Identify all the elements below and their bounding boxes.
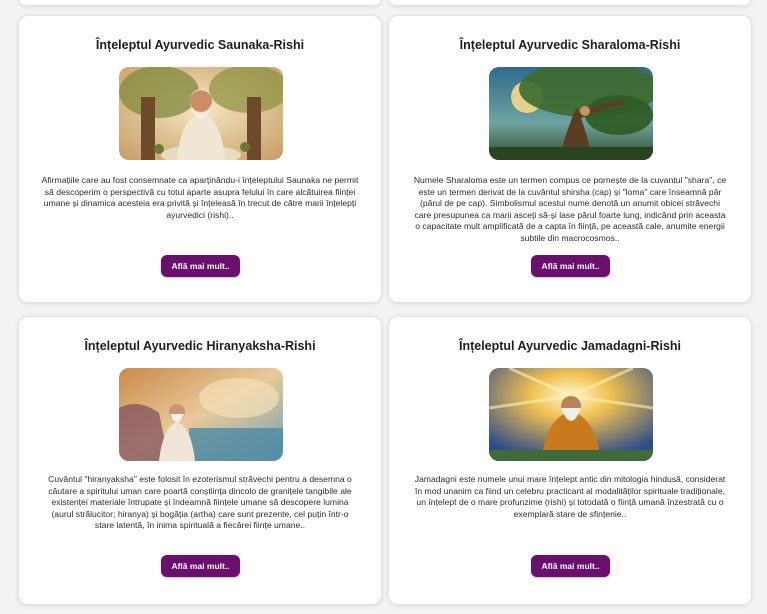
card-description: Cuvântul "hiranyaksha" este folosit în e… (48, 474, 352, 530)
sage-card-saunaka: Înțeleptul Ayurvedic Saunaka-Rishi Afirm… (18, 15, 382, 303)
card-title: Înțeleptul Ayurvedic Jamadagni-Rishi (458, 339, 682, 353)
card-title: Înțeleptul Ayurvedic Sharaloma-Rishi (459, 38, 681, 52)
card-description: Jamadagni este numele unui mare înțelept… (414, 474, 726, 519)
card-title: Înțeleptul Ayurvedic Saunaka-Rishi (95, 38, 305, 52)
sage-card-sharaloma: Înțeleptul Ayurvedic Sharaloma-Rishi Num… (388, 15, 752, 303)
card-partial-top-left (18, 0, 382, 6)
card-partial-top-right (388, 0, 752, 6)
card-description: Numele Sharaloma este un termen compus c… (413, 175, 727, 243)
sage-in-tree-image (489, 67, 653, 160)
sage-card-hiranyaksha: Înțeleptul Ayurvedic Hiranyaksha-Rishi C… (18, 316, 382, 605)
card-description: Afirmațiile care au fost consemnate ca a… (41, 175, 359, 220)
sage-in-light-image (489, 368, 653, 461)
learn-more-button[interactable]: Află mai mult.. (161, 255, 240, 277)
sage-under-tree-image (119, 67, 283, 160)
card-title: Înțeleptul Ayurvedic Hiranyaksha-Rishi (84, 339, 316, 353)
learn-more-button[interactable]: Află mai mult.. (161, 555, 240, 577)
sage-by-lake-image (119, 368, 283, 461)
learn-more-button[interactable]: Află mai mult.. (531, 255, 610, 277)
learn-more-button[interactable]: Află mai mult.. (531, 555, 610, 577)
sage-card-jamadagni: Înțeleptul Ayurvedic Jamadagni-Rishi Jam… (388, 316, 752, 605)
